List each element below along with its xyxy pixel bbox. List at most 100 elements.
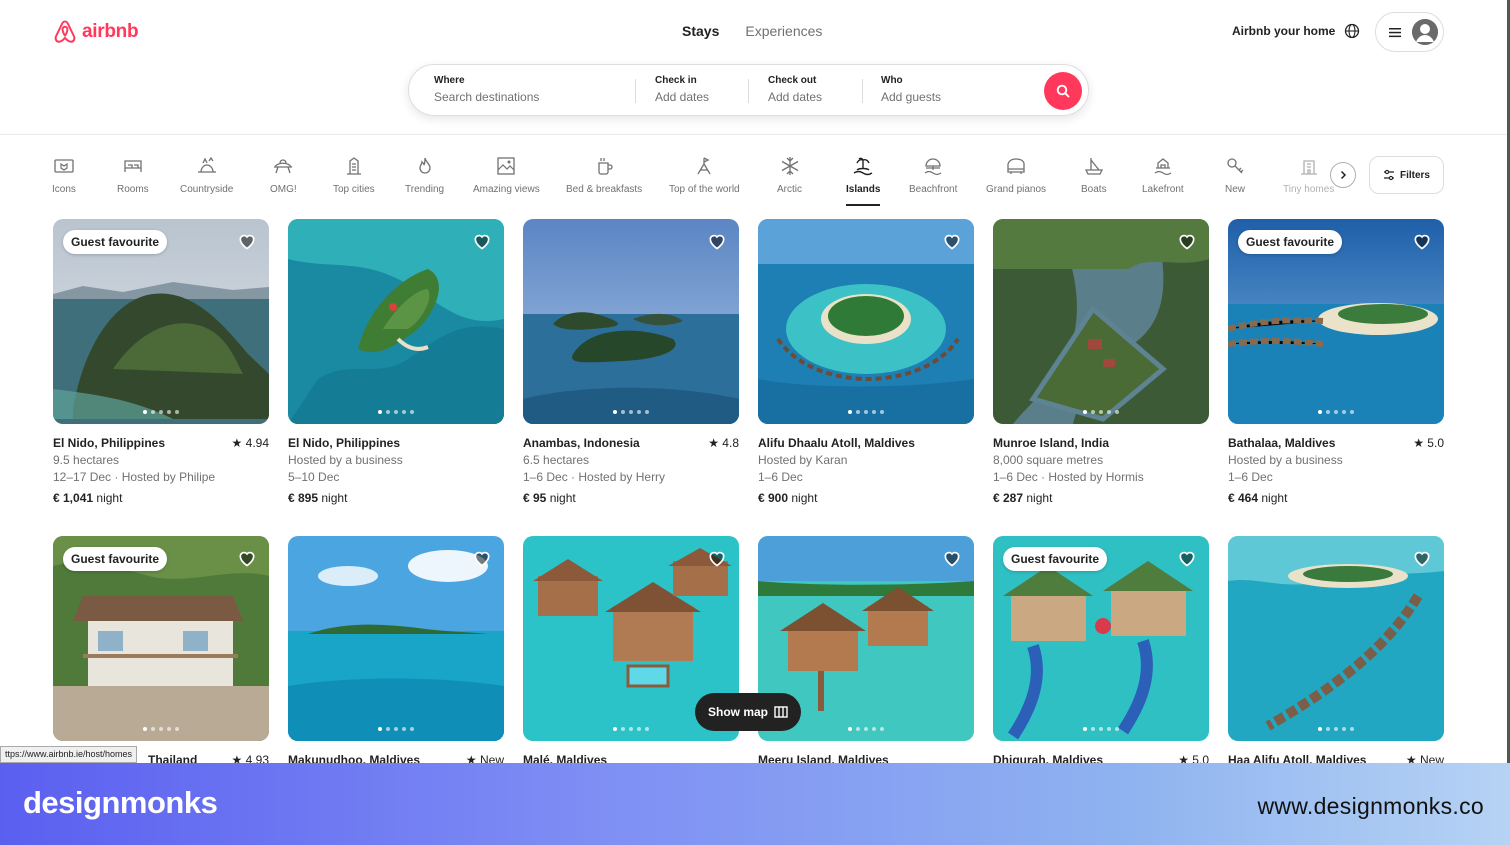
category-trending[interactable]: Trending (405, 150, 444, 206)
category-amazing-views[interactable]: Amazing views (473, 150, 540, 206)
piano-icon (1007, 158, 1025, 174)
where-field[interactable]: Where Search destinations (434, 75, 539, 104)
listing-photo[interactable] (758, 219, 974, 424)
globe-icon[interactable] (1344, 23, 1360, 39)
category-islands[interactable]: Islands (846, 150, 881, 206)
heart-icon[interactable] (707, 231, 727, 251)
category-icons[interactable]: Icons (52, 150, 76, 206)
category-lakefront[interactable]: Lakefront (1142, 150, 1184, 206)
search-icon (1056, 84, 1070, 98)
image-pager-dots (758, 410, 974, 414)
listing-photo[interactable]: Guest favourite (53, 536, 269, 741)
listing-card[interactable]: Guest favourite Thailand ★ 4.93 (53, 536, 269, 769)
category-omg[interactable]: OMG! (270, 150, 297, 206)
image-pager-dots (288, 727, 504, 731)
listing-dates: 1–6 Dec · Hosted by Hormis (993, 470, 1144, 484)
category-boats[interactable]: Boats (1081, 150, 1107, 206)
listing-photo[interactable] (288, 219, 504, 424)
listing-card[interactable]: El Nido, Philippines Hosted by a busines… (288, 219, 504, 507)
user-menu-button[interactable] (1375, 12, 1444, 52)
listing-title: Munroe Island, India (993, 436, 1110, 450)
listing-card[interactable]: Alifu Dhaalu Atoll, Maldives Hosted by K… (758, 219, 974, 507)
listing-card[interactable]: Malé, Maldives (523, 536, 739, 769)
listing-photo[interactable]: Guest favourite (993, 536, 1209, 741)
heart-icon[interactable] (237, 548, 257, 568)
tab-stays[interactable]: Stays (682, 23, 719, 39)
airbnb-your-home-link[interactable]: Airbnb your home (1232, 24, 1335, 38)
categories-next-button[interactable] (1330, 162, 1356, 188)
image-pager-dots (53, 727, 269, 731)
heart-icon[interactable] (1412, 548, 1432, 568)
category-new[interactable]: New (1224, 150, 1246, 206)
listing-photo[interactable]: Guest favourite (53, 219, 269, 424)
map-icon (774, 706, 788, 718)
guest-favourite-badge: Guest favourite (63, 547, 168, 571)
category-beachfront[interactable]: Beachfront (909, 150, 957, 206)
listing-detail: 9.5 hectares (53, 453, 120, 467)
show-map-button[interactable]: Show map (695, 693, 801, 731)
listing-photo[interactable] (993, 219, 1209, 424)
listing-photo[interactable] (288, 536, 504, 741)
search-bar: Where Search destinations Check in Add d… (408, 64, 1089, 116)
category-tiny-homes[interactable]: Tiny homes (1283, 150, 1334, 206)
island-icon (853, 157, 873, 176)
listing-title: El Nido, Philippines (288, 436, 401, 450)
listing-detail: Hosted by a business (288, 453, 403, 467)
image-pager-dots (288, 410, 504, 414)
city-building-icon (346, 157, 361, 175)
category-label: Bed & breakfasts (566, 184, 643, 195)
heart-icon[interactable] (1177, 231, 1197, 251)
listing-photo[interactable]: Guest favourite (1228, 219, 1444, 424)
image-pager-dots (1228, 410, 1444, 414)
listing-card[interactable]: Guest favourite Dhigurah, Maldives ★ 5.0 (993, 536, 1209, 769)
user-silhouette-icon (1412, 19, 1438, 45)
airbnb-logo-icon (54, 20, 76, 43)
tab-experiences[interactable]: Experiences (745, 23, 822, 39)
heart-icon[interactable] (707, 548, 727, 568)
listing-price-unit: night (96, 491, 123, 505)
listing-photo[interactable] (523, 219, 739, 424)
who-field[interactable]: Who Add guests (881, 75, 941, 104)
category-label: Tiny homes (1283, 184, 1335, 195)
category-bed-breakfasts[interactable]: Bed & breakfasts (566, 150, 642, 206)
check-out-value: Add dates (768, 90, 823, 104)
listing-card[interactable]: Makunudhoo, Maldives ★ New (288, 536, 504, 769)
flame-icon (418, 157, 431, 174)
listing-detail: 8,000 square metres (993, 453, 1104, 467)
listing-detail: Hosted by Karan (758, 453, 848, 467)
listing-price-row: € 464 night (1228, 490, 1444, 507)
category-rooms[interactable]: Rooms (117, 150, 149, 206)
new-key-icon (1227, 158, 1244, 174)
category-arctic[interactable]: Arctic (777, 150, 802, 206)
category-top-cities[interactable]: Top cities (333, 150, 375, 206)
listing-card[interactable]: Anambas, Indonesia ★ 4.8 6.5 hectares 1–… (523, 219, 739, 507)
category-grand-pianos[interactable]: Grand pianos (986, 150, 1046, 206)
listing-card[interactable]: Haa Alifu Atoll, Maldives ★ New (1228, 536, 1444, 769)
airbnb-logo[interactable]: airbnb (52, 18, 139, 46)
heart-icon[interactable] (237, 231, 257, 251)
check-in-field[interactable]: Check in Add dates (655, 75, 709, 104)
listing-price-unit: night (791, 491, 818, 505)
listing-price-row: € 895 night (288, 490, 504, 507)
category-countryside[interactable]: Countryside (180, 150, 233, 206)
heart-icon[interactable] (1412, 231, 1432, 251)
listing-price-row: € 1,041 night (53, 490, 269, 507)
search-button[interactable] (1044, 72, 1082, 110)
listing-card[interactable]: Munroe Island, India 8,000 square metres… (993, 219, 1209, 507)
guest-favourite-badge: Guest favourite (63, 230, 168, 254)
heart-icon[interactable] (942, 231, 962, 251)
boat-icon (1084, 158, 1103, 175)
heart-icon[interactable] (472, 231, 492, 251)
category-top-of-the-world[interactable]: Top of the world (669, 150, 740, 206)
listing-card[interactable]: Guest favourite Bathalaa, Maldives ★ 5.0… (1228, 219, 1444, 507)
listing-card[interactable]: Guest favourite El Nido, Philippines ★ 4… (53, 219, 269, 507)
listing-card[interactable]: Meeru Island, Maldives (758, 536, 974, 769)
listing-price: € 895 (288, 491, 319, 505)
check-out-field[interactable]: Check out Add dates (768, 75, 822, 104)
filters-button[interactable]: Filters (1369, 156, 1444, 194)
heart-icon[interactable] (1177, 548, 1197, 568)
where-input[interactable]: Search destinations (434, 90, 539, 104)
listing-photo[interactable] (1228, 536, 1444, 741)
heart-icon[interactable] (472, 548, 492, 568)
heart-icon[interactable] (942, 548, 962, 568)
